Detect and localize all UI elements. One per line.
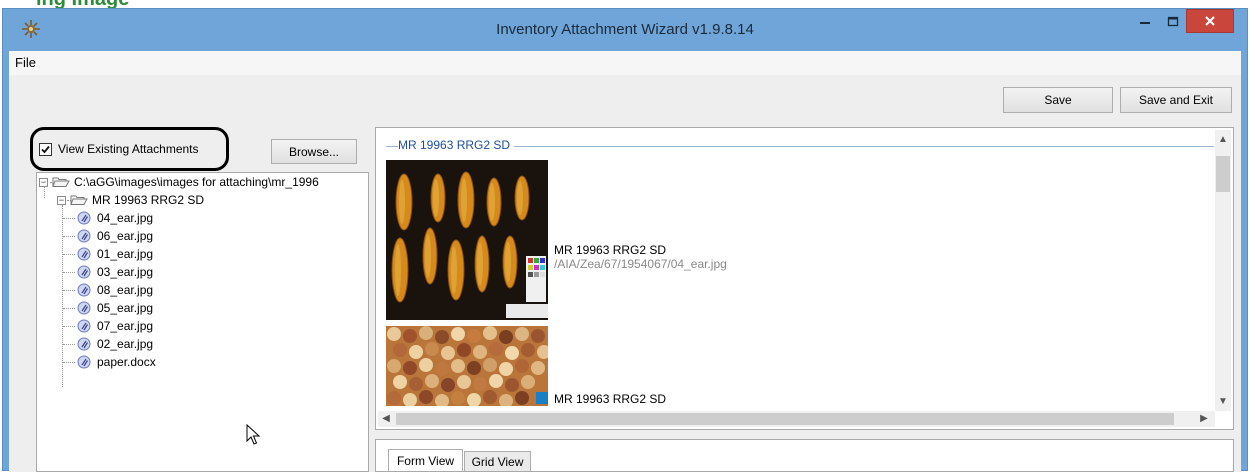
tree-connector	[63, 344, 75, 345]
scroll-right-arrow-icon[interactable]: ▶	[1196, 411, 1212, 427]
attachment-clip-icon	[77, 229, 91, 243]
tree-file-label: 05_ear.jpg	[97, 301, 154, 315]
window-title: Inventory Attachment Wizard v1.9.8.14	[496, 21, 754, 38]
attachment-clip-icon	[77, 337, 91, 351]
tree-connector	[63, 290, 75, 291]
attachment-clip-icon	[77, 265, 91, 279]
attachment-thumbnail-seeds[interactable]	[386, 326, 548, 406]
browse-button[interactable]: Browse...	[271, 139, 357, 164]
tree-connector	[63, 236, 75, 237]
tree-file-label: 04_ear.jpg	[97, 211, 154, 225]
maximize-button[interactable]	[1160, 9, 1186, 33]
vertical-scroll-thumb[interactable]	[1216, 156, 1230, 192]
attachment-path: /AIA/Zea/67/1954067/04_ear.jpg	[554, 257, 727, 271]
mouse-pointer-icon	[246, 424, 261, 445]
attachment-clip-icon	[77, 283, 91, 297]
tree-file-label: 07_ear.jpg	[97, 319, 154, 333]
maximize-icon	[1167, 16, 1179, 26]
vertical-scrollbar[interactable]: ▲ ▼	[1215, 130, 1231, 411]
tree-file-node[interactable]: 05_ear.jpg	[77, 299, 153, 317]
tree-file-node[interactable]: 04_ear.jpg	[77, 209, 153, 227]
tree-connector	[63, 308, 75, 309]
seeds-image	[386, 326, 548, 406]
view-existing-row[interactable]: View Existing Attachments	[39, 142, 199, 156]
view-existing-label: View Existing Attachments	[58, 142, 199, 156]
corn-ears-image	[386, 160, 548, 320]
attachment-clip-icon	[77, 319, 91, 333]
tree-connector	[63, 326, 75, 327]
tab-grid-view[interactable]: Grid View	[464, 451, 531, 471]
tree-folder-node[interactable]: − MR 19963 RRG2 SD	[57, 191, 204, 209]
tree-connector	[62, 205, 63, 387]
tree-file-label: paper.docx	[97, 355, 156, 369]
tab-form-view[interactable]: Form View	[388, 449, 463, 471]
attachment-thumbnail-corn-ears[interactable]	[386, 160, 548, 320]
tree-connector	[63, 272, 75, 273]
minimize-button[interactable]	[1131, 9, 1159, 33]
tree-file-node[interactable]: 07_ear.jpg	[77, 317, 153, 335]
tree-root-node[interactable]: − C:\aGG\images\images for attaching\mr_…	[39, 173, 319, 191]
tree-root-label: C:\aGG\images\images for attaching\mr_19…	[74, 175, 319, 189]
attachment-clip-icon	[77, 301, 91, 315]
file-tree[interactable]: − C:\aGG\images\images for attaching\mr_…	[36, 172, 369, 472]
scroll-up-arrow-icon[interactable]: ▲	[1215, 132, 1231, 148]
save-and-exit-button[interactable]: Save and Exit	[1120, 87, 1232, 113]
tree-file-label: 02_ear.jpg	[97, 337, 154, 351]
tree-file-node[interactable]: 08_ear.jpg	[77, 281, 153, 299]
horizontal-scroll-thumb[interactable]	[396, 413, 1174, 425]
tree-connector	[63, 218, 75, 219]
scroll-down-arrow-icon[interactable]: ▼	[1215, 394, 1231, 410]
tree-file-label: 06_ear.jpg	[97, 229, 154, 243]
view-existing-checkbox[interactable]	[39, 142, 52, 156]
save-button[interactable]: Save	[1003, 87, 1113, 113]
group-border	[392, 146, 1214, 147]
minimize-icon	[1140, 22, 1150, 24]
folder-open-icon	[52, 177, 70, 187]
tree-file-label: 03_ear.jpg	[97, 265, 154, 279]
close-button[interactable]	[1186, 9, 1234, 33]
tree-file-node[interactable]: 03_ear.jpg	[77, 263, 153, 281]
menu-bar: File	[9, 51, 1241, 75]
client-area: Save Save and Exit View Existing Attachm…	[9, 75, 1241, 472]
scroll-left-arrow-icon[interactable]: ◀	[378, 411, 394, 427]
tree-file-node[interactable]: 02_ear.jpg	[77, 335, 153, 353]
horizontal-scrollbar[interactable]: ◀ ▶	[378, 411, 1215, 427]
tree-file-node[interactable]: 06_ear.jpg	[77, 227, 153, 245]
collapse-toggle[interactable]: −	[39, 177, 48, 187]
group-title: MR 19963 RRG2 SD	[398, 138, 515, 152]
tree-folder-label: MR 19963 RRG2 SD	[92, 193, 205, 207]
close-icon	[1205, 16, 1215, 26]
tree-file-node[interactable]: 01_ear.jpg	[77, 245, 153, 263]
attachment-title: MR 19963 RRG2 SD	[554, 243, 667, 257]
attachment-clip-icon	[77, 355, 91, 369]
folder-open-icon	[70, 195, 88, 205]
attachment-clip-icon	[77, 211, 91, 225]
file-browser-panel: View Existing Attachments Browse... − C:…	[27, 125, 369, 472]
tree-file-label: 01_ear.jpg	[97, 247, 154, 261]
app-window: Inventory Attachment Wizard v1.9.8.14 Fi…	[2, 8, 1248, 472]
collapse-toggle[interactable]: −	[57, 195, 66, 205]
tree-connector	[63, 362, 75, 363]
menu-file[interactable]: File	[15, 55, 36, 70]
tree-file-node[interactable]: paper.docx	[77, 353, 156, 371]
attachments-preview-panel: MR 19963 RRG2 SD MR 19963 RRG2 SD /AIA/Z…	[375, 127, 1234, 430]
title-bar: Inventory Attachment Wizard v1.9.8.14	[3, 9, 1247, 51]
tree-connector	[63, 254, 75, 255]
attachment-clip-icon	[77, 247, 91, 261]
detail-panel: Form View Grid View	[375, 439, 1234, 472]
checkmark-icon	[41, 145, 50, 153]
tree-file-label: 08_ear.jpg	[97, 283, 154, 297]
attachment-title: MR 19963 RRG2 SD	[554, 392, 667, 406]
page-heading-fragment: ing Image	[0, 0, 1250, 8]
